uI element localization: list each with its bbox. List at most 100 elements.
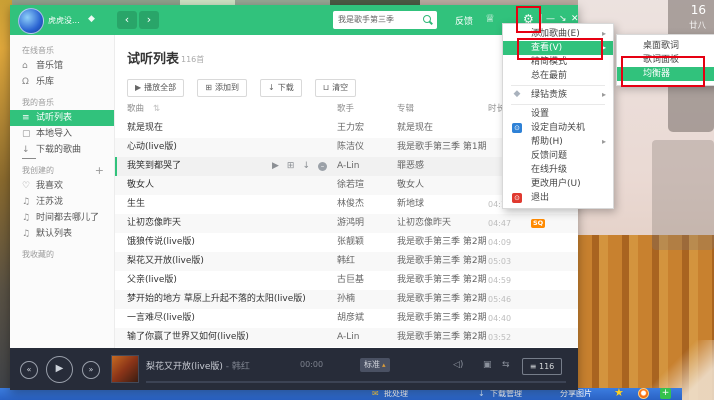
progress-bar[interactable] (146, 381, 566, 383)
menu-item-switch-user[interactable]: 更改用户(U) (503, 177, 613, 191)
home-icon: ⌂ (22, 58, 36, 74)
favorites-star-icon[interactable]: ★ (614, 386, 624, 399)
diamond-icon: ◆ (512, 89, 522, 99)
calendar-day: 16 (691, 3, 706, 17)
username[interactable]: 虎虎没... (48, 15, 80, 26)
sidebar-item-music-hall[interactable]: ⌂音乐馆 (10, 58, 114, 74)
sidebar-section-collected: 我收藏的 (10, 247, 114, 262)
next-button[interactable]: » (82, 361, 100, 379)
trash-icon: ⊔ (323, 83, 329, 92)
menu-item-green-diamond[interactable]: ◆绿钻贵族▸ (503, 88, 613, 102)
download-button[interactable]: ↓下载 (260, 79, 302, 97)
search-box[interactable]: 我是歌手第三季 (333, 11, 437, 29)
search-input[interactable]: 我是歌手第三季 (338, 11, 394, 29)
sidebar-item-downloaded[interactable]: ↓下载的歌曲 (10, 142, 114, 158)
menu-item-exit[interactable]: ⊙退出 (503, 191, 613, 205)
column-artist[interactable]: 歌手 (337, 101, 354, 117)
table-row[interactable]: 一言难尽(live版)胡彦斌我是歌手第三季 第2期04:40 (115, 309, 578, 328)
menu-item-view[interactable]: 查看(V)▸ (503, 41, 613, 55)
desktop-widget-panel (652, 140, 714, 250)
desktop-photo (578, 235, 714, 400)
table-row[interactable]: 输了你赢了世界又如何(live版)A-Lin我是歌手第三季 第2期03:52 (115, 328, 578, 347)
quality-selector[interactable]: 标准▴ (360, 358, 390, 372)
music-player-window: 虎虎没... ◆ ‹ › 我是歌手第三季 反馈 ♕ ⚙ | — ↘ ✕ 在线音乐… (10, 5, 578, 390)
note-icon: ♫ (22, 210, 36, 226)
back-button[interactable]: ‹ (117, 11, 137, 29)
sidebar-section-created: 我创建的+ (10, 163, 114, 178)
download-manager-icon: ↓ (478, 389, 485, 399)
sidebar-item-playlist-3[interactable]: ♫默认列表 (10, 226, 114, 242)
sidebar-item-local-import[interactable]: ▢本地导入 (10, 126, 114, 142)
menu-divider (511, 85, 605, 86)
clear-button[interactable]: ⊔清空 (315, 79, 356, 97)
submenu-arrow-icon: ▸ (602, 27, 606, 41)
menu-item-help[interactable]: 帮助(H)▸ (503, 135, 613, 149)
chevron-up-icon: ▴ (382, 361, 386, 369)
menu-divider (511, 104, 605, 105)
table-row[interactable]: 饿狼传说(live版)张靓颖我是歌手第三季 第2期04:09 (115, 233, 578, 252)
download-icon: ↓ (268, 83, 275, 92)
column-album[interactable]: 专辑 (397, 101, 414, 117)
volume-icon[interactable]: ◁) (453, 360, 463, 370)
playlist-toggle[interactable]: ≡ 116 (522, 358, 562, 375)
menu-item-online-update[interactable]: 在线升级 (503, 163, 613, 177)
table-row[interactable]: 梦开始的地方 草原上升起不落的太阳(live版)孙楠我是歌手第三季 第2期05:… (115, 290, 578, 309)
page-title: 试听列表 (127, 48, 179, 67)
play-all-button[interactable]: ▶播放全部 (127, 79, 184, 97)
add-tray-icon[interactable]: + (660, 388, 671, 399)
submenu-item-equalizer[interactable]: 均衡器 (617, 67, 714, 81)
sidebar-item-favorites[interactable]: ♡我喜欢 (10, 178, 114, 194)
forward-button[interactable]: › (139, 11, 159, 29)
note-icon: ♫ (22, 194, 36, 210)
menu-item-add-songs[interactable]: 添加歌曲(E)▸ (503, 27, 613, 41)
taskbar-item-download-manager[interactable]: 下载管理 (490, 389, 522, 399)
add-playlist-icon[interactable]: + (95, 163, 104, 178)
lyrics-icon[interactable]: ▣ (483, 360, 492, 370)
taskbar-item-batch[interactable]: 批处理 (384, 389, 408, 399)
now-playing-artist[interactable]: - 韩红 (223, 362, 250, 372)
heart-icon: ♡ (22, 178, 36, 194)
table-row[interactable]: 父亲(live版)古巨基我是歌手第三季 第2期04:59 (115, 271, 578, 290)
column-song[interactable]: 歌曲 (127, 101, 144, 117)
add-to-button[interactable]: ⊞添加到 (197, 79, 247, 97)
batch-icon: ✉ (372, 389, 379, 399)
view-submenu: 桌面歌词 歌词面板 均衡器 (616, 34, 714, 86)
menu-item-settings[interactable]: 设置 (503, 107, 613, 121)
previous-button[interactable]: « (20, 361, 38, 379)
table-row[interactable]: 梨花又开放(live版)韩红我是歌手第三季 第2期05:03 (115, 252, 578, 271)
album-art[interactable] (111, 355, 139, 383)
crown-vip-icon[interactable]: ♕ (485, 12, 495, 25)
submenu-item-lyrics-panel[interactable]: 歌词面板 (617, 53, 714, 67)
menu-item-feedback[interactable]: 反馈问题 (503, 149, 613, 163)
menu-item-always-on-top[interactable]: 总在最前 (503, 69, 613, 83)
sidebar-item-library[interactable]: Ω乐库 (10, 74, 114, 90)
settings-dropdown-menu: 添加歌曲(E)▸ 查看(V)▸ 精简模式 总在最前 ◆绿钻贵族▸ 设置 ⊙设定自… (502, 23, 614, 209)
menu-item-auto-shutdown[interactable]: ⊙设定自动关机 (503, 121, 613, 135)
sidebar-section-online: 在线音乐 (10, 43, 114, 58)
taskbar-item-share-images[interactable]: 分享图片 (560, 389, 592, 399)
play-mode-icon[interactable]: ⇆ (502, 360, 510, 370)
row-download-icon[interactable]: ↓ (302, 161, 310, 171)
camera-tray-icon[interactable] (638, 388, 649, 399)
row-play-icon[interactable]: ▶ (272, 161, 279, 171)
titlebar: 虎虎没... ◆ ‹ › 我是歌手第三季 反馈 ♕ ⚙ | — ↘ ✕ (10, 5, 578, 35)
playback-time: 00:00 (300, 360, 323, 369)
sidebar-item-playlist-1[interactable]: ♫汪苏泷 (10, 194, 114, 210)
play-icon: ▶ (135, 83, 141, 92)
row-hover-actions: ▶ ⊞ ↓– (272, 157, 327, 176)
avatar[interactable] (18, 8, 44, 34)
calendar-lunar-date: 廿八 (689, 19, 706, 31)
sidebar-item-playlist-2[interactable]: ♫时间都去哪儿了 (10, 210, 114, 226)
list-icon: ≡ (22, 110, 36, 126)
table-row[interactable]: 让初恋像昨天游鸿明让初恋像昨天04:47SQ (115, 214, 578, 233)
play-button[interactable]: ▶ (46, 356, 73, 383)
sort-icon[interactable]: ⇅ (153, 101, 160, 117)
sidebar-item-audition-list[interactable]: ≡试听列表 (10, 110, 114, 126)
menu-item-mini-mode[interactable]: 精简模式 (503, 55, 613, 69)
monitor-icon: ▢ (22, 126, 36, 142)
search-icon[interactable] (423, 15, 431, 23)
submenu-item-desktop-lyrics[interactable]: 桌面歌词 (617, 39, 714, 53)
row-remove-icon[interactable]: – (318, 162, 327, 171)
feedback-link[interactable]: 反馈 (455, 14, 473, 27)
row-add-icon[interactable]: ⊞ (287, 161, 295, 171)
